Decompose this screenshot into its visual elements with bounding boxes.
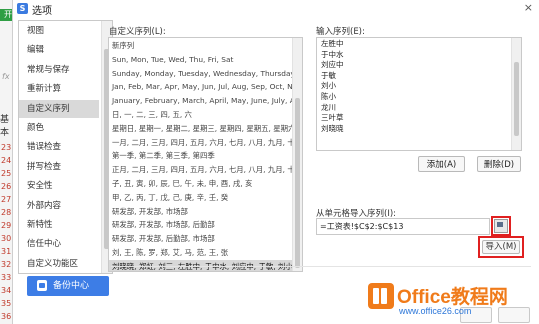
custom-list-label: 自定义序列(L): [109,27,166,37]
wps-app-icon: S [17,3,28,14]
options-nav: 视图 编辑常规与保存 重新计算 自定义序列 颜色 错误检查拼写检查 安全性外部内容 新特性 信任… [18,20,113,274]
nav-item[interactable]: 颜色 [19,119,99,137]
list-scrollbar-thumb[interactable] [295,98,300,268]
custom-list-item[interactable]: 研发部, 开发部, 市场部 [109,205,292,219]
entries-scrollbar[interactable] [511,38,521,150]
custom-list-item[interactable]: 刘, 王, 陈, 罗, 郑, 艾, 马, 范, 王, 张 [109,246,292,260]
custom-list-item[interactable]: Sun, Mon, Tue, Wed, Thu, Fri, Sat [109,53,292,67]
entry-line: 刘应中 [321,60,344,70]
custom-list-item[interactable]: 一月, 二月, 三月, 四月, 五月, 六月, 七月, 八月, 九月, 十月, [109,136,292,150]
custom-list-item[interactable]: Sunday, Monday, Tuesday, Wednesday, Thur… [109,67,292,81]
entries-label: 输入序列(E): [316,27,365,37]
nav-item[interactable]: 编辑 [19,41,99,59]
entry-line: 左胜中 [321,39,344,48]
backup-center-button[interactable]: 备份中心 [27,276,109,296]
custom-list-item[interactable]: 研发部, 开发部, 后勤部, 市场部 [109,232,292,246]
import-range-field[interactable]: =工资表!$C$2:$C$13 [316,218,490,235]
delete-button[interactable]: 删除(D) [477,156,521,172]
title-bar: S 选项 × [13,0,539,17]
backup-icon [37,280,47,291]
custom-list-item[interactable]: 子, 丑, 寅, 卯, 辰, 巳, 午, 未, 申, 酉, 戌, 亥 [109,177,292,191]
nav-item[interactable]: 外部内容 [19,197,99,215]
close-icon[interactable]: × [524,1,533,14]
list-entries-textarea[interactable]: 左胜中 于中水 刘应中 于敏 刘小 陈小 龙川 三叶草 刘晓晓 [316,37,522,151]
nav-item[interactable]: 视图 [19,22,99,40]
entry-line: 于敏 [321,70,336,80]
office-logo-icon [368,283,394,309]
nav-item[interactable]: 错误检查 [19,138,99,156]
entries-scrollbar-thumb[interactable] [514,62,519,136]
custom-list-item[interactable]: 第一季, 第二季, 第三季, 第四季 [109,149,292,163]
backup-center-label: 备份中心 [53,281,90,291]
custom-list-item[interactable]: 正月, 二月, 三月, 四月, 五月, 六月, 七月, 八月, 九月, 十月, [109,163,292,177]
nav-item[interactable]: 新特性 [19,216,99,234]
nav-item[interactable]: 安全性 [19,177,99,195]
entry-line: 于中水 [321,49,344,59]
nav-item[interactable]: 重新计算 [19,80,99,98]
custom-lists-listbox[interactable]: 新序列 Sun, Mon, Tue, Wed, Thu, Fri, Sat Sund… [108,37,303,272]
entry-line: 刘小 [321,81,336,91]
import-button-highlight: 导入(M) [478,236,524,258]
options-dialog: S 选项 × 视图 编辑常规与保存 重新计算 自定义序列 颜色 错误检查拼写检查 安全性外部… [12,0,539,324]
nav-item[interactable]: 信任中心 [19,235,99,253]
formula-fx-label: fx [2,72,10,81]
entry-line: 刘晓晓 [321,123,344,133]
entry-line: 三叶草 [321,113,344,123]
footer-divider [111,266,531,267]
watermark: Office教程网 www.office26.com [368,281,538,321]
range-picker-icon[interactable] [494,219,508,233]
nav-item[interactable]: 常规与保存 [19,61,99,79]
add-button[interactable]: 添加(A) [418,156,465,172]
nav-item[interactable]: 拼写检查 [19,158,99,176]
custom-list-item[interactable]: January, February, March, April, May, Ju… [109,94,292,108]
list-scrollbar[interactable] [292,38,302,271]
custom-list-item[interactable]: Jan, Feb, Mar, Apr, May, Jun, Jul, Aug, … [109,80,292,94]
watermark-title: Office教程网 [397,287,508,308]
custom-list-item[interactable]: 甲, 乙, 丙, 丁, 戊, 己, 庚, 辛, 壬, 癸 [109,191,292,205]
entry-line: 龙川 [321,102,336,112]
custom-list-item[interactable]: 研发部, 开发部, 市场部, 后勤部 [109,218,292,232]
import-button[interactable]: 导入(M) [482,240,520,254]
range-picker-highlight [491,216,511,236]
entry-line: 陈小 [321,92,336,101]
nav-item[interactable]: 自定义功能区 [19,255,99,273]
nav-item[interactable]: 自定义序列 [19,99,99,118]
watermark-url: www.office26.com [399,306,472,316]
dialog-title: 选项 [32,6,52,17]
custom-list-item[interactable]: 日, 一, 二, 三, 四, 五, 六 [109,108,292,122]
custom-list-item[interactable]: 新序列 [109,39,292,53]
custom-list-item[interactable]: 星期日, 星期一, 星期二, 星期三, 星期四, 星期五, 星期六 [109,122,292,136]
